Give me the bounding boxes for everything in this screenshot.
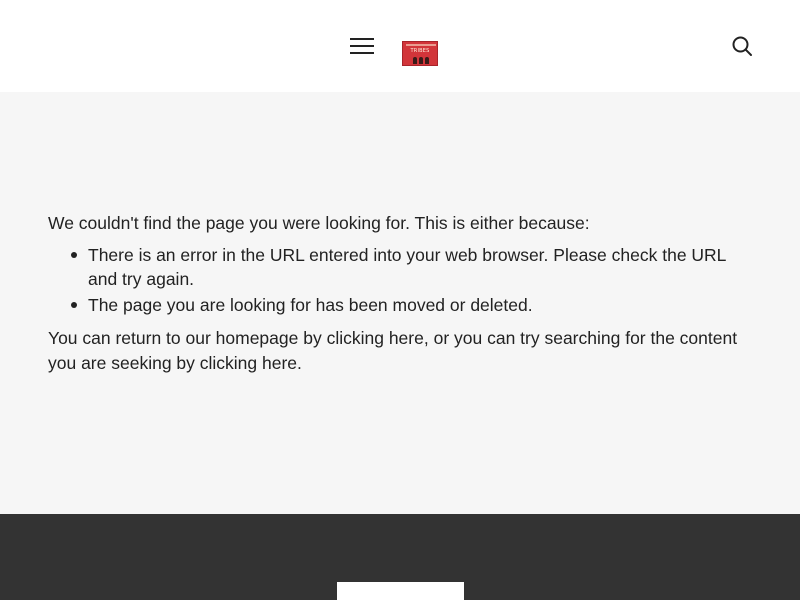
reasons-list: There is an error in the URL entered int… bbox=[48, 243, 758, 318]
menu-line bbox=[350, 38, 374, 40]
return-text: . bbox=[297, 352, 302, 373]
logo-figure bbox=[419, 57, 423, 64]
footer-button[interactable] bbox=[337, 582, 464, 600]
logo-figures bbox=[403, 56, 437, 65]
intro-text: We couldn't find the page you were looki… bbox=[48, 213, 590, 233]
menu-line bbox=[350, 45, 374, 47]
return-paragraph: You can return to our homepage by clicki… bbox=[48, 326, 758, 375]
logo-text: TRIBES bbox=[410, 48, 430, 54]
homepage-link[interactable]: clicking here bbox=[327, 328, 424, 348]
site-header: TRIBES bbox=[0, 0, 800, 92]
site-footer bbox=[0, 514, 800, 600]
logo-figure bbox=[413, 57, 417, 64]
menu-line bbox=[350, 52, 374, 54]
not-found-message: We couldn't find the page you were looki… bbox=[48, 211, 758, 375]
reason-item-url-error: There is an error in the URL entered int… bbox=[48, 243, 758, 292]
hamburger-menu-icon[interactable] bbox=[348, 35, 376, 57]
logo-figure bbox=[425, 57, 429, 64]
search-link[interactable]: clicking here bbox=[200, 353, 297, 373]
magnifier-search-icon bbox=[732, 36, 752, 56]
page: TRIBES We couldn't find the page you wer… bbox=[0, 0, 800, 600]
main-content: We couldn't find the page you were looki… bbox=[0, 92, 800, 514]
site-logo[interactable]: TRIBES bbox=[402, 41, 438, 66]
logo-banner bbox=[406, 44, 436, 46]
return-text: You can return to our homepage by bbox=[48, 328, 327, 348]
search-icon[interactable] bbox=[731, 35, 753, 57]
reason-item-moved: The page you are looking for has been mo… bbox=[48, 293, 758, 318]
